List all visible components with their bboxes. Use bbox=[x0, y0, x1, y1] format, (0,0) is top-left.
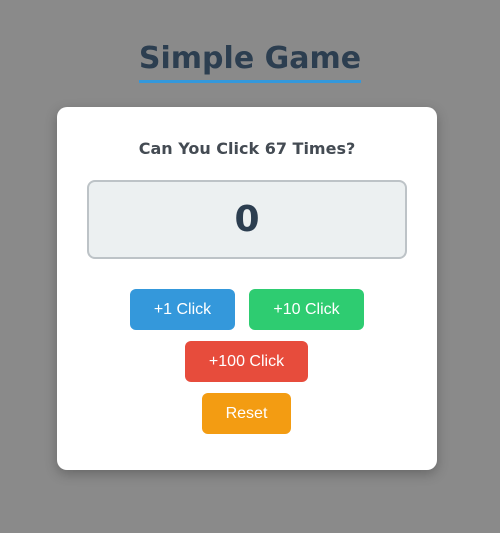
click-counter-display: 0 bbox=[87, 180, 407, 259]
plus-one-click-button[interactable]: +1 Click bbox=[130, 289, 235, 330]
reset-button[interactable]: Reset bbox=[202, 393, 291, 434]
game-question: Can You Click 67 Times? bbox=[138, 139, 356, 158]
plus-hundred-click-button[interactable]: +100 Click bbox=[185, 341, 308, 382]
header: Simple Game bbox=[0, 40, 500, 83]
plus-ten-click-button[interactable]: +10 Click bbox=[249, 289, 364, 330]
page-title: Simple Game bbox=[138, 40, 362, 83]
game-card: Can You Click 67 Times? 0 +1 Click +10 C… bbox=[57, 107, 437, 470]
